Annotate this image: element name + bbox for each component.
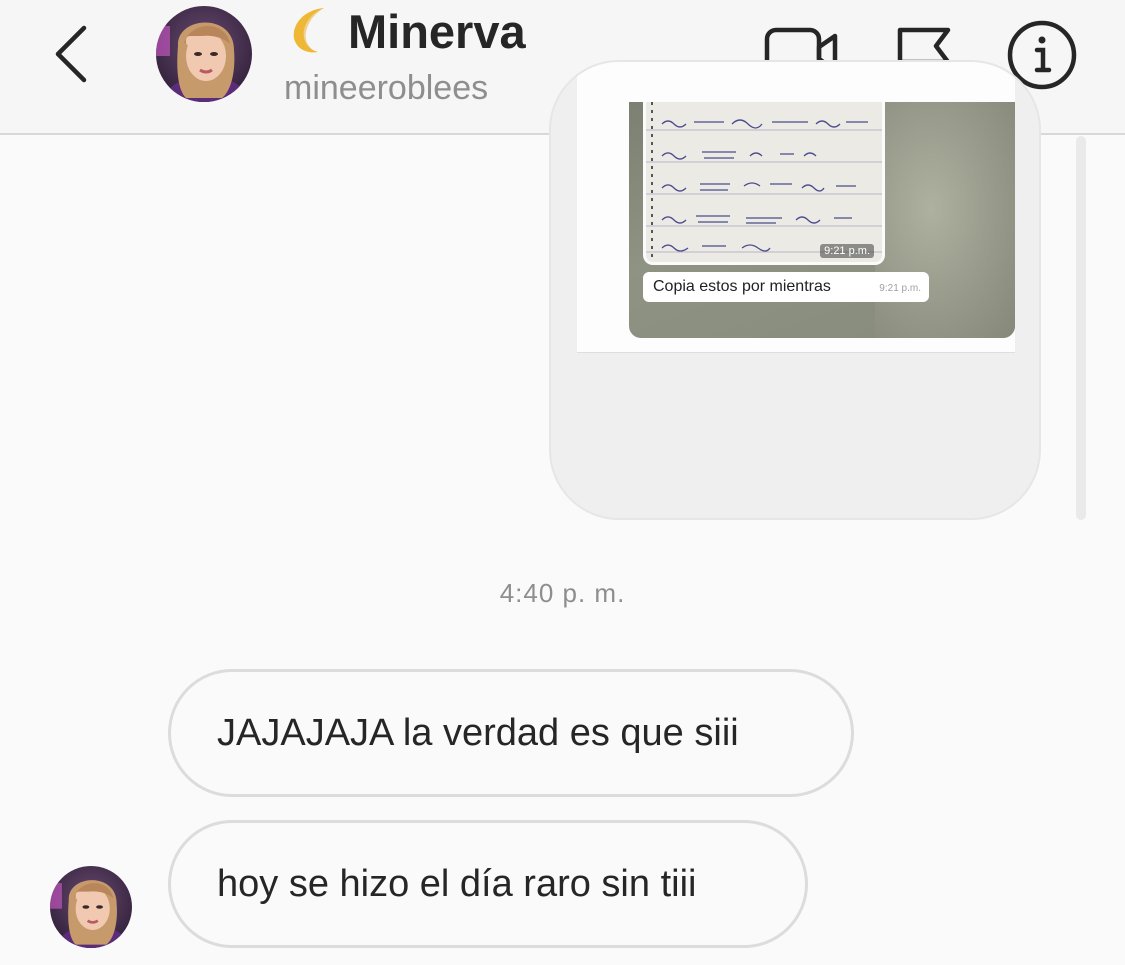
incoming-message[interactable]: JAJAJAJA la verdad es que siii <box>168 669 854 797</box>
display-name: Minerva <box>284 4 526 60</box>
caption-time: 9:21 p.m. <box>879 283 921 294</box>
shared-image-frame: 9:21 p.m. Copia estos por mientras 9:21 … <box>577 62 1015 353</box>
sender-avatar[interactable] <box>50 866 132 948</box>
incoming-message[interactable]: hoy se hizo el día raro sin tiii <box>168 820 808 948</box>
shared-photo: 9:21 p.m. Copia estos por mientras 9:21 … <box>629 102 1015 338</box>
crescent-moon-icon <box>293 8 324 53</box>
handwritten-notes <box>646 102 882 262</box>
profile-avatar[interactable] <box>156 6 252 102</box>
shared-image-message[interactable]: 9:21 p.m. Copia estos por mientras 9:21 … <box>549 60 1041 520</box>
caption-bubble: Copia estos por mientras 9:21 p.m. <box>643 272 929 302</box>
caption-text: Copia estos por mientras <box>653 278 831 295</box>
chevron-left-icon <box>55 25 87 83</box>
avatar-image <box>156 6 252 102</box>
avatar-image <box>50 866 132 948</box>
notebook-image: 9:21 p.m. <box>643 102 885 265</box>
back-button[interactable] <box>48 22 98 86</box>
conversation-title[interactable]: Minerva mineeroblees <box>284 4 526 110</box>
message-timestamp: 4:40 p. m. <box>499 578 626 608</box>
username: mineeroblees <box>284 69 489 107</box>
photo-background <box>875 102 1015 338</box>
inner-image-time: 9:21 p.m. <box>820 244 874 258</box>
display-name-text: Minerva <box>348 5 526 58</box>
scrollbar[interactable] <box>1076 136 1086 520</box>
